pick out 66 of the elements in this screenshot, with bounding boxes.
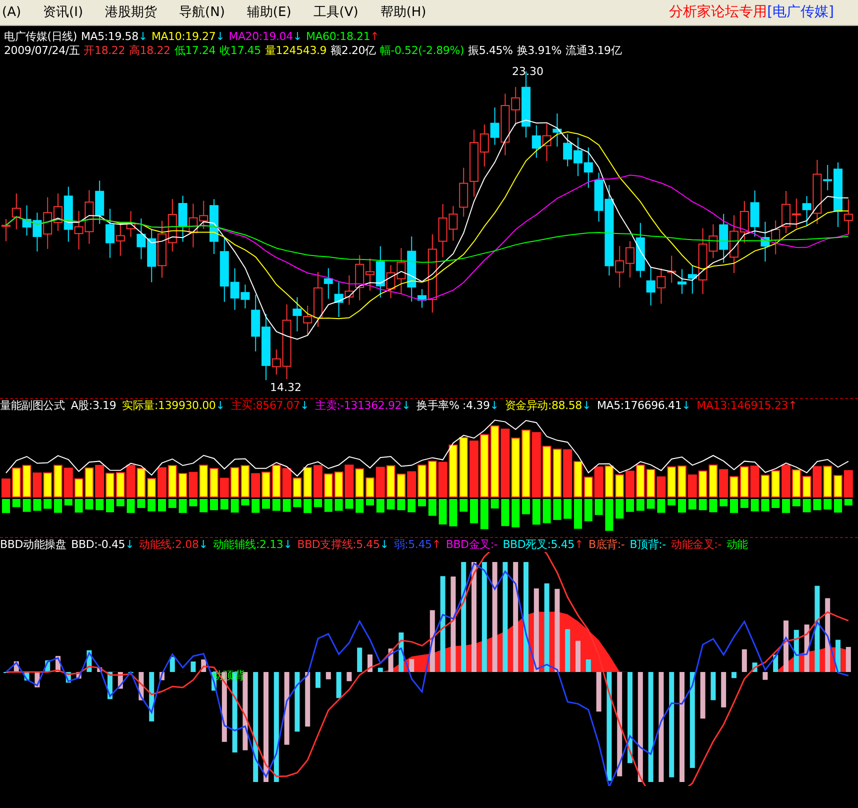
- trend-arrow: ↓: [198, 538, 208, 552]
- indicator-value: MA10:19.27: [151, 30, 216, 44]
- indicator-value: 量能副图公式: [0, 399, 65, 413]
- trend-arrow: ↑: [574, 538, 584, 552]
- indicator-value: 动能: [726, 538, 748, 552]
- indicator-value: A股:3.19: [70, 399, 116, 413]
- menu-item[interactable]: 导航(N): [168, 2, 236, 22]
- stock-title: [电广传媒]: [767, 4, 834, 20]
- indicator-value: 动能辅线:2.13: [212, 538, 284, 552]
- indicator-value: MA13:146915.23: [696, 399, 788, 413]
- quote-value: 量124543.9: [264, 44, 327, 58]
- trend-arrow: ↓: [216, 30, 225, 44]
- indicator-value: 动能线:2.08: [139, 538, 199, 552]
- trend-arrow: ↑: [432, 538, 441, 552]
- price-label: 23.30: [512, 64, 544, 80]
- trend-arrow: ↓: [682, 399, 691, 413]
- quote-value: 2009/07/24/五: [4, 44, 80, 58]
- indicator-value: BBD死叉:5.45: [502, 538, 574, 552]
- indicator-value: BBD支撑线:5.45: [297, 538, 380, 552]
- indicator-value: B顶背:-: [630, 538, 666, 552]
- trend-arrow: ↓: [283, 538, 292, 552]
- indicator-value: 资金异动:88.58: [504, 399, 582, 413]
- trend-arrow: ↓: [125, 538, 134, 552]
- menu-item[interactable]: 资讯(I): [32, 2, 94, 22]
- trend-arrow: ↓: [582, 399, 592, 413]
- trend-arrow: ↑: [370, 30, 380, 44]
- indicator-value: 主买:8567.07: [230, 399, 300, 413]
- menu-item[interactable]: 帮助(H): [369, 2, 438, 22]
- indicator-value: MA20:19.04: [228, 30, 293, 44]
- indicator-value: MA60:18.21: [306, 30, 370, 44]
- indicator-value: 电广传媒(日线): [4, 30, 77, 44]
- trend-arrow: ↓: [380, 538, 389, 552]
- indicator-value: 主卖:-131362.92: [315, 399, 402, 413]
- trend-arrow: ↓: [402, 399, 411, 413]
- annotation-label: 动顶背: [212, 668, 245, 684]
- indicator-value: 动能金叉:-: [670, 538, 722, 552]
- trend-arrow: ↓: [490, 399, 499, 413]
- indicator-value: BBD动能操盘: [0, 538, 66, 552]
- indicator-value: 实际量:139930.00: [122, 399, 216, 413]
- price-label: 14.32: [270, 380, 302, 396]
- trend-arrow: ↓: [292, 30, 302, 44]
- quote-value: 幅-0.52(-2.89%): [380, 44, 464, 58]
- menu-item[interactable]: 工具(V): [302, 2, 370, 22]
- quote-value: 收17.45: [220, 44, 261, 58]
- indicator-value: 弱:5.45: [394, 538, 432, 552]
- quote-value: 流通3.19亿: [566, 44, 622, 58]
- menu-item[interactable]: (A): [0, 2, 32, 22]
- quote-value: 开18.22: [84, 44, 126, 58]
- trend-arrow: ↓: [300, 399, 309, 413]
- quote-value: 换3.91%: [516, 44, 562, 58]
- indicator-value: B底背:-: [588, 538, 625, 552]
- app-title: 分析家论坛专用: [669, 4, 768, 20]
- quote-value: 高18.22: [129, 44, 170, 58]
- trend-arrow: ↓: [216, 399, 225, 413]
- indicator-value: MA5:19.58: [80, 30, 138, 44]
- trend-arrow: ↓: [138, 30, 148, 44]
- indicator-value: MA5:176696.41: [597, 399, 682, 413]
- trend-arrow: ↑: [788, 399, 798, 413]
- menu-item[interactable]: 辅助(E): [236, 2, 302, 22]
- quote-value: 额2.20亿: [330, 44, 376, 58]
- quote-value: 振5.45%: [468, 44, 513, 58]
- indicator-value: 换手率% :4.39: [416, 399, 490, 413]
- indicator-value: BBD金叉:-: [446, 538, 498, 552]
- quote-value: 低17.24: [174, 44, 216, 58]
- menu-item[interactable]: 港股期货: [94, 2, 168, 22]
- indicator-value: BBD:-0.45: [71, 538, 126, 552]
